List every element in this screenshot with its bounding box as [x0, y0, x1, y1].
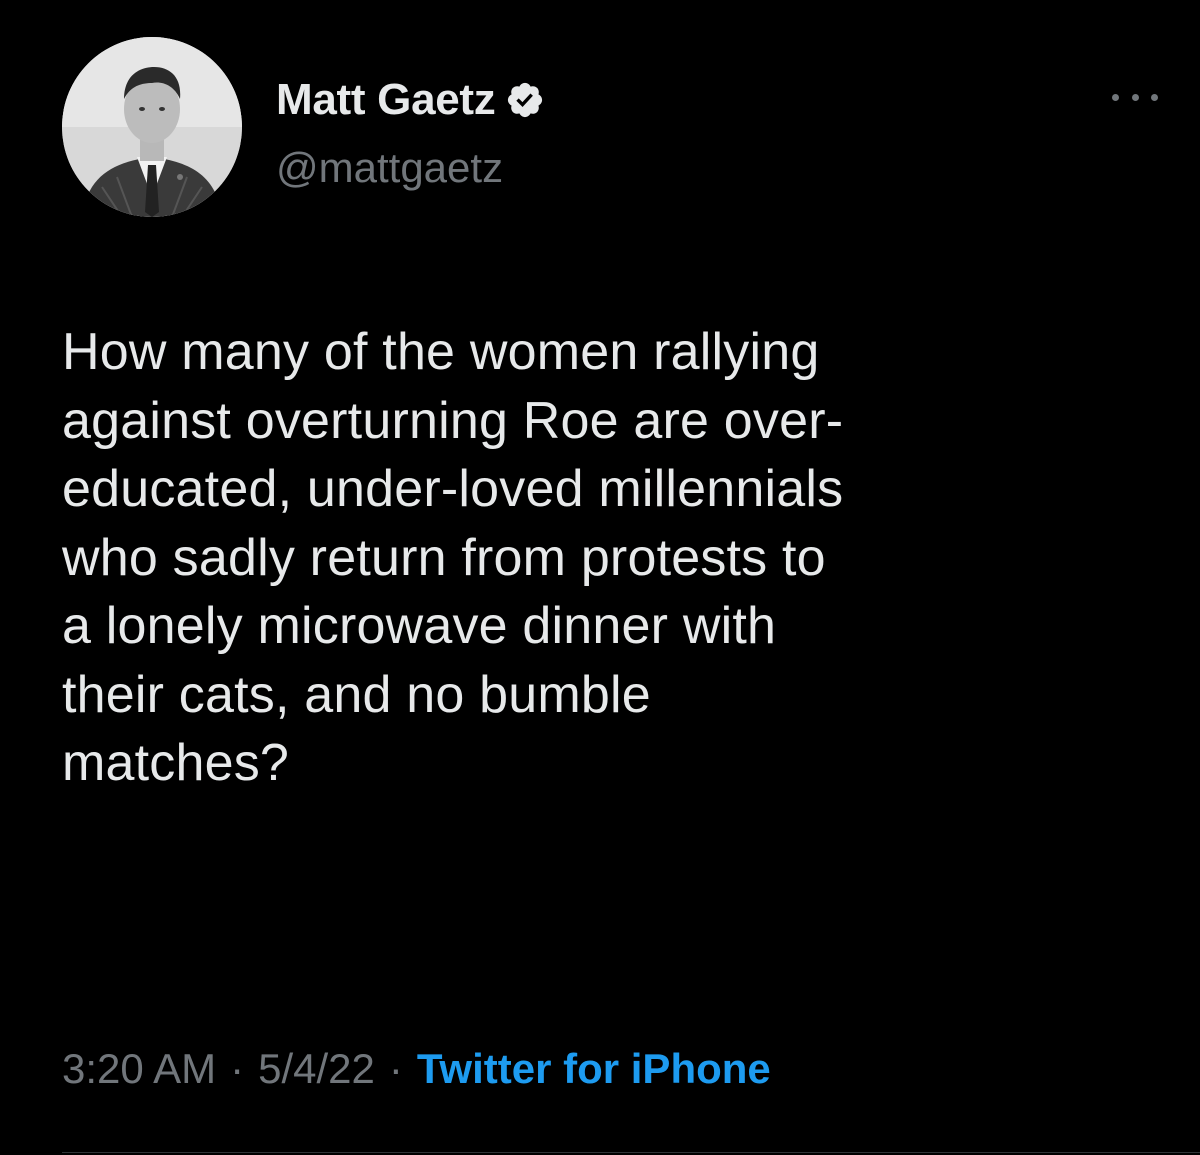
tweet-card: Matt Gaetz @mattgaetz How many of the wo… — [0, 0, 1200, 1155]
more-dot — [1112, 93, 1119, 101]
tweet-date[interactable]: 5/4/22 — [258, 1045, 375, 1093]
more-dot — [1151, 93, 1158, 101]
author-handle[interactable]: @mattgaetz — [276, 144, 503, 192]
divider — [62, 1152, 1200, 1153]
tweet-source-link[interactable]: Twitter for iPhone — [417, 1045, 771, 1093]
profile-photo-icon — [62, 37, 242, 217]
tweet-meta: 3:20 AM · 5/4/22 · Twitter for iPhone — [62, 1045, 771, 1093]
more-dot — [1131, 93, 1139, 101]
verified-badge-icon — [508, 82, 543, 118]
tweet-text: How many of the women rallying against o… — [62, 323, 844, 792]
meta-separator: · — [388, 1045, 403, 1092]
more-options-icon[interactable] — [1112, 84, 1158, 110]
author-name-row[interactable]: Matt Gaetz — [276, 74, 545, 126]
tweet-time[interactable]: 3:20 AM — [62, 1045, 216, 1093]
avatar[interactable] — [62, 37, 242, 217]
author-display-name[interactable]: Matt Gaetz — [276, 75, 496, 125]
meta-separator: · — [230, 1045, 245, 1092]
